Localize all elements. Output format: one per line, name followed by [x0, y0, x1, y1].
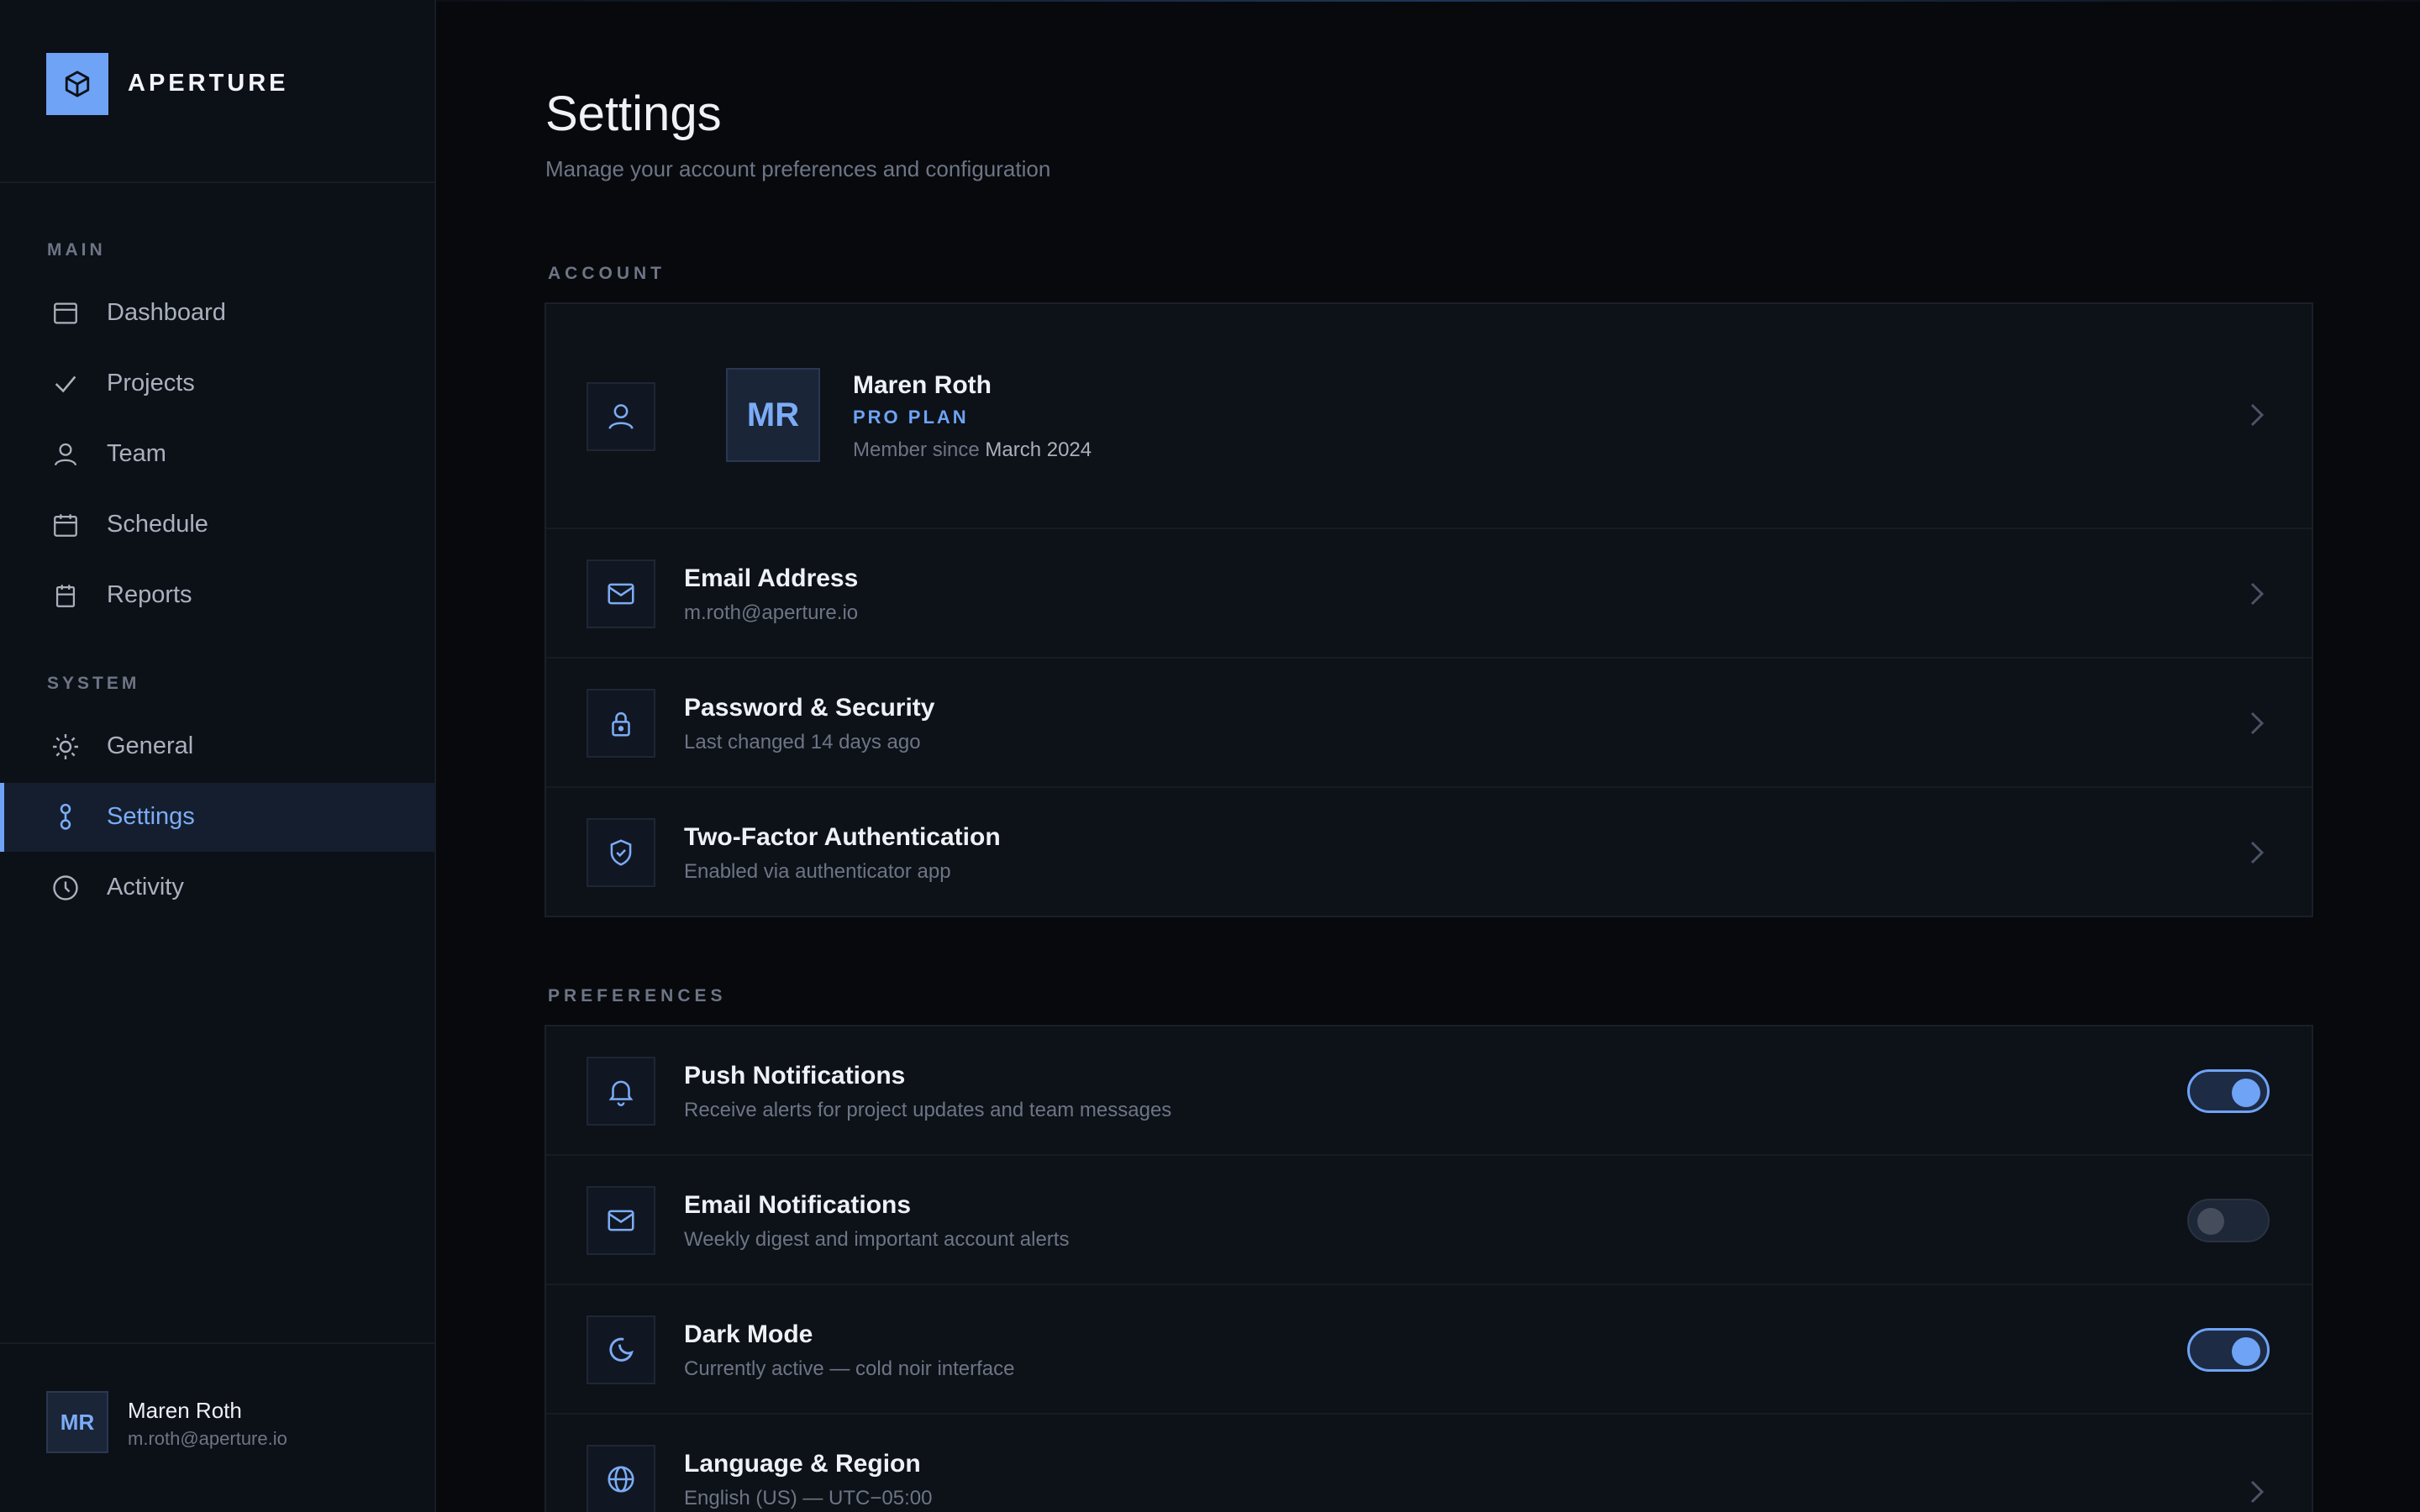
row-password-security[interactable]: Password & Security Last changed 14 days… — [546, 659, 2312, 788]
report-icon — [49, 579, 82, 612]
account-card: MR Maren Roth PRO PLAN Member since Marc… — [544, 302, 2313, 917]
brand: APERTURE — [0, 0, 434, 183]
row-email-address[interactable]: Email Address m.roth@aperture.io — [546, 529, 2312, 659]
nav-label: Projects — [107, 370, 195, 396]
profile-avatar: MR — [726, 368, 820, 462]
member-since-prefix: Member since — [853, 438, 980, 461]
sidebar: APERTURE MAIN Dashboard Projects Team Sc… — [0, 0, 436, 1512]
row-two-factor[interactable]: Two-Factor Authentication Enabled via au… — [546, 788, 2312, 917]
toggle-knob — [2197, 1208, 2224, 1235]
row-email-notifications: Email Notifications Weekly digest and im… — [546, 1156, 2312, 1285]
shield-icon — [587, 818, 655, 887]
nav-label: Team — [107, 440, 166, 467]
main-content: Settings Manage your account preferences… — [436, 0, 2420, 1512]
nav-label: Reports — [107, 581, 192, 608]
globe-icon — [587, 1445, 655, 1512]
nav-item-team[interactable]: Team — [0, 420, 434, 489]
row-subtitle: Receive alerts for project updates and t… — [684, 1099, 1172, 1121]
row-title: Dark Mode — [684, 1320, 813, 1348]
clock-icon — [49, 871, 82, 905]
cube-logo-icon[interactable] — [46, 53, 108, 115]
avatar: MR — [46, 1391, 108, 1453]
nav-section-system: SYSTEM — [47, 674, 140, 693]
nav-label: Schedule — [107, 511, 208, 538]
page-subtitle: Manage your account preferences and conf… — [545, 156, 1051, 181]
dark-mode-toggle[interactable] — [2187, 1328, 2270, 1372]
chevron-right-icon — [2246, 398, 2268, 432]
row-subtitle: m.roth@aperture.io — [684, 601, 859, 624]
chevron-right-icon — [2246, 1475, 2268, 1509]
app-window: APERTURE MAIN Dashboard Projects Team Sc… — [0, 0, 2420, 1512]
row-subtitle: Weekly digest and important account aler… — [684, 1228, 1070, 1251]
nav-label: Dashboard — [107, 299, 226, 326]
nav-item-projects[interactable]: Projects — [0, 349, 434, 418]
section-label-preferences: PREFERENCES — [548, 986, 727, 1005]
brand-name: APERTURE — [128, 70, 289, 97]
lock-icon — [587, 689, 655, 758]
nav-item-settings[interactable]: Settings — [0, 783, 434, 852]
row-language-region[interactable]: Language & Region English (US) — UTC−05:… — [546, 1415, 2312, 1512]
moon-icon — [587, 1315, 655, 1384]
toggle-knob — [2232, 1079, 2260, 1107]
row-title: Two-Factor Authentication — [684, 823, 1001, 851]
chevron-right-icon — [2246, 706, 2268, 740]
nav-item-general[interactable]: General — [0, 712, 434, 781]
preferences-card: Push Notifications Receive alerts for pr… — [544, 1025, 2313, 1512]
profile-row[interactable]: MR Maren Roth PRO PLAN Member since Marc… — [546, 304, 2312, 529]
email-notifications-toggle[interactable] — [2187, 1199, 2270, 1242]
sidebar-user[interactable]: MR Maren Roth m.roth@aperture.io — [0, 1342, 434, 1512]
profile-name: Maren Roth — [853, 371, 992, 399]
row-subtitle: Last changed 14 days ago — [684, 731, 921, 753]
row-title: Email Address — [684, 564, 859, 592]
row-subtitle: Currently active — cold noir interface — [684, 1357, 1015, 1380]
plan-badge: PRO PLAN — [853, 407, 969, 428]
top-divider — [436, 0, 2420, 2]
sun-icon — [49, 730, 82, 764]
chevron-right-icon — [2246, 836, 2268, 869]
member-since-date: March 2024 — [985, 438, 1092, 461]
mail-icon — [587, 1186, 655, 1255]
settings-icon — [49, 801, 82, 834]
section-label-account: ACCOUNT — [548, 264, 666, 283]
check-icon — [49, 367, 82, 401]
row-title: Push Notifications — [684, 1062, 906, 1089]
nav-label: Activity — [107, 874, 184, 900]
row-title: Language & Region — [684, 1450, 921, 1478]
row-subtitle: English (US) — UTC−05:00 — [684, 1487, 933, 1509]
row-title: Password & Security — [684, 694, 935, 722]
nav-item-schedule[interactable]: Schedule — [0, 491, 434, 559]
nav-item-reports[interactable]: Reports — [0, 561, 434, 630]
user-email: m.roth@aperture.io — [128, 1428, 287, 1449]
toggle-knob — [2232, 1337, 2260, 1366]
nav-label: General — [107, 732, 194, 759]
nav-item-dashboard[interactable]: Dashboard — [0, 279, 434, 348]
user-name: Maren Roth — [128, 1398, 242, 1423]
bell-icon — [587, 1057, 655, 1126]
chevron-right-icon — [2246, 577, 2268, 611]
user-icon — [587, 382, 655, 451]
calendar-icon — [49, 508, 82, 542]
user-icon — [49, 438, 82, 471]
member-since: Member since March 2024 — [853, 438, 1092, 462]
page-title: Settings — [545, 87, 722, 141]
dashboard-icon — [49, 297, 82, 330]
row-push-notifications: Push Notifications Receive alerts for pr… — [546, 1026, 2312, 1156]
mail-icon — [587, 559, 655, 628]
row-dark-mode: Dark Mode Currently active — cold noir i… — [546, 1285, 2312, 1415]
row-title: Email Notifications — [684, 1191, 912, 1219]
row-subtitle: Enabled via authenticator app — [684, 860, 951, 883]
nav-section-main: MAIN — [47, 240, 106, 260]
nav-item-activity[interactable]: Activity — [0, 853, 434, 922]
nav-label: Settings — [107, 803, 195, 830]
push-notifications-toggle[interactable] — [2187, 1069, 2270, 1113]
